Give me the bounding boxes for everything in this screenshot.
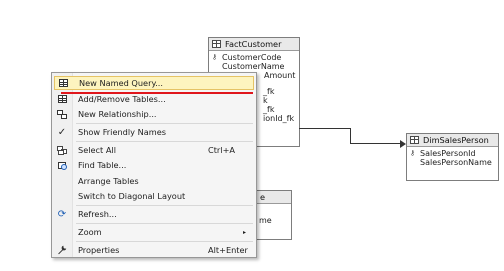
- column-name: CustomerName: [222, 62, 285, 71]
- menu-separator: [76, 223, 253, 224]
- column-name: _fk: [263, 105, 275, 114]
- new-query-icon: [55, 76, 71, 90]
- primary-key-icon: [212, 53, 222, 62]
- menu-item-arrange-tables[interactable]: Arrange Tables: [54, 174, 254, 188]
- column-row[interactable]: SalesPersonId: [410, 149, 498, 158]
- menu-item-new-named-query[interactable]: New Named Query...: [54, 76, 254, 94]
- menu-separator: [76, 205, 253, 206]
- menu-item-shortcut: Alt+Enter: [208, 245, 248, 255]
- table-header[interactable]: FactCustomer: [209, 38, 299, 51]
- column-name: _fk: [263, 87, 275, 96]
- context-menu[interactable]: New Named Query... Add/Remove Tables... …: [51, 72, 257, 258]
- column-name: Amount: [264, 71, 296, 80]
- table-title: DimSalesPerson: [423, 135, 489, 145]
- add-remove-tables-icon: [54, 92, 70, 106]
- menu-separator: [76, 141, 253, 142]
- wrench-icon: [54, 243, 70, 257]
- menu-separator: [76, 241, 253, 242]
- menu-item-shortcut: Ctrl+A: [208, 145, 236, 155]
- column-name: SalesPersonId: [420, 149, 476, 158]
- menu-item-refresh[interactable]: ⟳ Refresh...: [54, 207, 254, 221]
- menu-item-new-relationship[interactable]: New Relationship...: [54, 107, 254, 121]
- column-row[interactable]: SalesPersonName: [410, 158, 498, 167]
- table-icon: [212, 40, 221, 48]
- table-title: e: [260, 192, 266, 202]
- column-name: SalesPersonName: [420, 158, 492, 167]
- checkmark-icon: ✓: [57, 126, 67, 138]
- menu-item-label: Select All: [78, 145, 117, 155]
- menu-item-label: Find Table...: [78, 160, 127, 170]
- column-name: CustomerCode: [222, 53, 282, 62]
- column-name: ionId_fk: [263, 114, 295, 123]
- column-name: k: [263, 96, 268, 105]
- diagram-canvas[interactable]: FactCustomer CustomerCode CustomerName A…: [0, 0, 504, 271]
- relationship-line[interactable]: [299, 128, 351, 129]
- column-name: me: [259, 216, 272, 225]
- table-dim-sales-person[interactable]: DimSalesPerson SalesPersonId SalesPerson…: [406, 133, 499, 181]
- relationship-line[interactable]: [350, 128, 351, 144]
- find-table-icon: [54, 158, 70, 172]
- menu-item-find-table[interactable]: Find Table...: [54, 158, 254, 172]
- menu-item-add-remove-tables[interactable]: Add/Remove Tables...: [54, 92, 254, 106]
- menu-separator: [76, 123, 253, 124]
- primary-key-icon: [410, 149, 420, 158]
- menu-item-label: Zoom: [78, 227, 102, 237]
- menu-item-label: Refresh...: [78, 209, 117, 219]
- menu-item-label: Properties: [78, 245, 120, 255]
- menu-item-zoom[interactable]: Zoom ▸: [54, 225, 254, 239]
- menu-item-switch-diagonal-layout[interactable]: Switch to Diagonal Layout: [54, 189, 254, 203]
- select-all-icon: [54, 143, 70, 157]
- new-relationship-icon: [54, 107, 70, 121]
- menu-item-label: Add/Remove Tables...: [78, 94, 166, 104]
- column-row[interactable]: CustomerName: [212, 62, 299, 71]
- menu-item-label: Switch to Diagonal Layout: [78, 191, 186, 201]
- menu-item-label: Show Friendly Names: [78, 127, 167, 137]
- column-row[interactable]: CustomerCode: [212, 53, 299, 62]
- table-title: FactCustomer: [225, 39, 282, 49]
- menu-item-label: New Named Query...: [79, 78, 163, 88]
- menu-item-properties[interactable]: Properties Alt+Enter: [54, 243, 254, 257]
- submenu-arrow-icon: ▸: [242, 228, 246, 236]
- refresh-icon: ⟳: [57, 208, 67, 220]
- menu-item-select-all[interactable]: Select All Ctrl+A: [54, 143, 254, 157]
- menu-item-label: New Relationship...: [78, 109, 157, 119]
- table-icon: [410, 136, 419, 144]
- menu-item-label: Arrange Tables: [78, 176, 139, 186]
- table-header[interactable]: DimSalesPerson: [407, 134, 498, 147]
- menu-item-show-friendly-names[interactable]: ✓ Show Friendly Names: [54, 125, 254, 139]
- relationship-line[interactable]: [350, 143, 401, 144]
